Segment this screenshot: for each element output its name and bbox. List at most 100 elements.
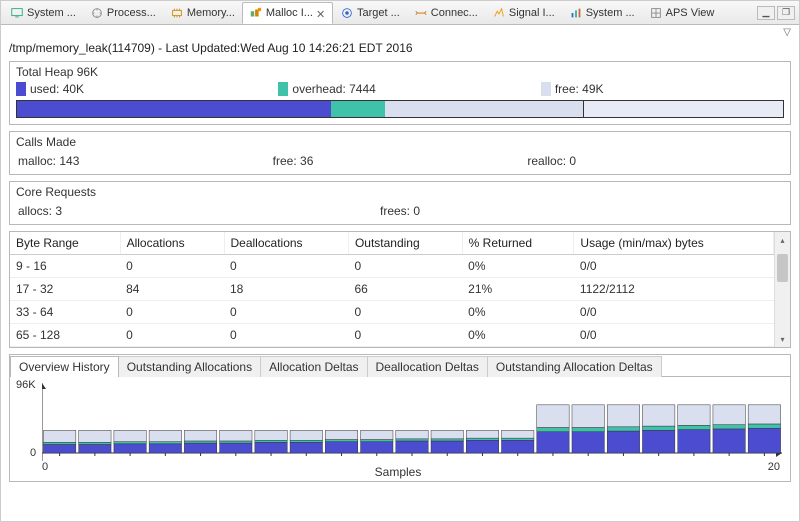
tab-chart[interactable]: System ... — [562, 2, 642, 24]
table-cell: 0 — [224, 301, 348, 324]
table-cell: 0 — [348, 255, 462, 278]
table-cell: 84 — [120, 278, 224, 301]
tab-label: APS View — [666, 7, 715, 19]
calls-free: free: 36 — [273, 154, 528, 168]
heap-bar — [16, 100, 784, 118]
calls-made-title: Calls Made — [10, 132, 790, 152]
total-heap-title: Total Heap 96K — [10, 62, 790, 82]
legend-overhead: overhead: 7444 — [292, 82, 375, 96]
system-icon — [10, 6, 24, 20]
table-cell: 0/0 — [574, 301, 774, 324]
tab-label: Signal I... — [509, 7, 555, 19]
chart-svg — [42, 383, 782, 461]
tab-label: Malloc I... — [266, 7, 313, 19]
maximize-button[interactable]: ❐ — [777, 6, 795, 20]
tab-connect[interactable]: Connec... — [407, 2, 485, 24]
column-header[interactable]: Deallocations — [224, 232, 348, 255]
table-row[interactable]: 33 - 640000%0/0 — [10, 301, 774, 324]
table-cell: 0/0 — [574, 324, 774, 347]
column-header[interactable]: % Returned — [462, 232, 574, 255]
column-header[interactable]: Usage (min/max) bytes — [574, 232, 774, 255]
table-cell: 18 — [224, 278, 348, 301]
target-icon — [340, 6, 354, 20]
chart-icon — [569, 6, 583, 20]
tab-label: Memory... — [187, 7, 235, 19]
file-path-status: /tmp/memory_leak(114709) - Last Updated:… — [1, 38, 799, 61]
tab-malloc[interactable]: Malloc I...✕ — [242, 2, 333, 24]
history-tab[interactable]: Deallocation Deltas — [367, 356, 488, 377]
table-cell: 0 — [120, 324, 224, 347]
tab-process[interactable]: Process... — [83, 2, 163, 24]
table-cell: 1122/2112 — [574, 278, 774, 301]
scroll-down-icon[interactable]: ▾ — [775, 331, 790, 347]
heap-bar-free — [584, 101, 783, 117]
chart-xlabel: Samples — [12, 465, 784, 479]
column-header[interactable]: Allocations — [120, 232, 224, 255]
column-header[interactable]: Byte Range — [10, 232, 120, 255]
table-cell: 65 - 128 — [10, 324, 120, 347]
byte-range-table: Byte RangeAllocationsDeallocationsOutsta… — [9, 231, 791, 348]
legend-swatch-used — [16, 82, 26, 96]
table-cell: 0 — [348, 301, 462, 324]
table-cell: 0% — [462, 324, 574, 347]
close-icon[interactable]: ✕ — [316, 8, 326, 18]
aps-icon — [649, 6, 663, 20]
tab-memory[interactable]: Memory... — [163, 2, 242, 24]
tab-system[interactable]: System ... — [3, 2, 83, 24]
memory-icon — [170, 6, 184, 20]
heap-bar-free — [385, 101, 584, 117]
table-cell: 0% — [462, 255, 574, 278]
legend-used: used: 40K — [30, 82, 84, 96]
chart-ylabel-max: 96K — [16, 379, 36, 391]
signal-icon — [492, 6, 506, 20]
table-cell: 17 - 32 — [10, 278, 120, 301]
table-cell: 0 — [224, 324, 348, 347]
tab-label: System ... — [27, 7, 76, 19]
column-header[interactable]: Outstanding — [348, 232, 462, 255]
history-tab[interactable]: Overview History — [10, 356, 119, 377]
history-tab[interactable]: Outstanding Allocations — [118, 356, 261, 377]
table-row[interactable]: 17 - 3284186621%1122/2112 — [10, 278, 774, 301]
table-cell: 0 — [120, 301, 224, 324]
heap-bar-overhead — [331, 101, 385, 117]
tab-target[interactable]: Target ... — [333, 2, 407, 24]
core-requests-panel: Core Requests allocs: 3 frees: 0 — [9, 181, 791, 225]
table-scrollbar[interactable]: ▴ ▾ — [774, 232, 790, 347]
core-requests-title: Core Requests — [10, 182, 790, 202]
minimize-button[interactable]: ▁ — [757, 6, 775, 20]
process-icon — [90, 6, 104, 20]
table-cell: 9 - 16 — [10, 255, 120, 278]
scroll-thumb[interactable] — [777, 254, 788, 282]
chart-ylabel-zero: 0 — [30, 447, 36, 459]
core-frees: frees: 0 — [273, 204, 528, 218]
core-allocs: allocs: 3 — [18, 204, 273, 218]
connect-icon — [414, 6, 428, 20]
table-cell: 21% — [462, 278, 574, 301]
view-tab-bar: System ... Process... Memory... Malloc I...… — [1, 1, 799, 25]
table-cell: 0 — [348, 324, 462, 347]
table-cell: 66 — [348, 278, 462, 301]
view-menu-arrow[interactable]: ▽ — [1, 25, 799, 38]
window-controls: ▁ ❐ — [757, 6, 799, 20]
table-cell: 0% — [462, 301, 574, 324]
table-cell: 0/0 — [574, 255, 774, 278]
table-row[interactable]: 65 - 1280000%0/0 — [10, 324, 774, 347]
legend-swatch-free — [541, 82, 551, 96]
tab-aps[interactable]: APS View — [642, 2, 722, 24]
tab-label: Target ... — [357, 7, 400, 19]
tab-label: System ... — [586, 7, 635, 19]
legend-free: free: 49K — [555, 82, 604, 96]
malloc-icon — [249, 6, 263, 20]
table-cell: 0 — [120, 255, 224, 278]
total-heap-panel: Total Heap 96K used: 40K overhead: 7444 … — [9, 61, 791, 125]
calls-realloc: realloc: 0 — [527, 154, 782, 168]
table-row[interactable]: 9 - 160000%0/0 — [10, 255, 774, 278]
tab-signal[interactable]: Signal I... — [485, 2, 562, 24]
calls-made-panel: Calls Made malloc: 143 free: 36 realloc:… — [9, 131, 791, 175]
history-tab[interactable]: Allocation Deltas — [260, 356, 367, 377]
overview-history-chart: 96K 0 0 20 Samples — [9, 376, 791, 482]
history-tab[interactable]: Outstanding Allocation Deltas — [487, 356, 662, 377]
calls-malloc: malloc: 143 — [18, 154, 273, 168]
scroll-up-icon[interactable]: ▴ — [775, 232, 790, 248]
heap-bar-used — [17, 101, 331, 117]
